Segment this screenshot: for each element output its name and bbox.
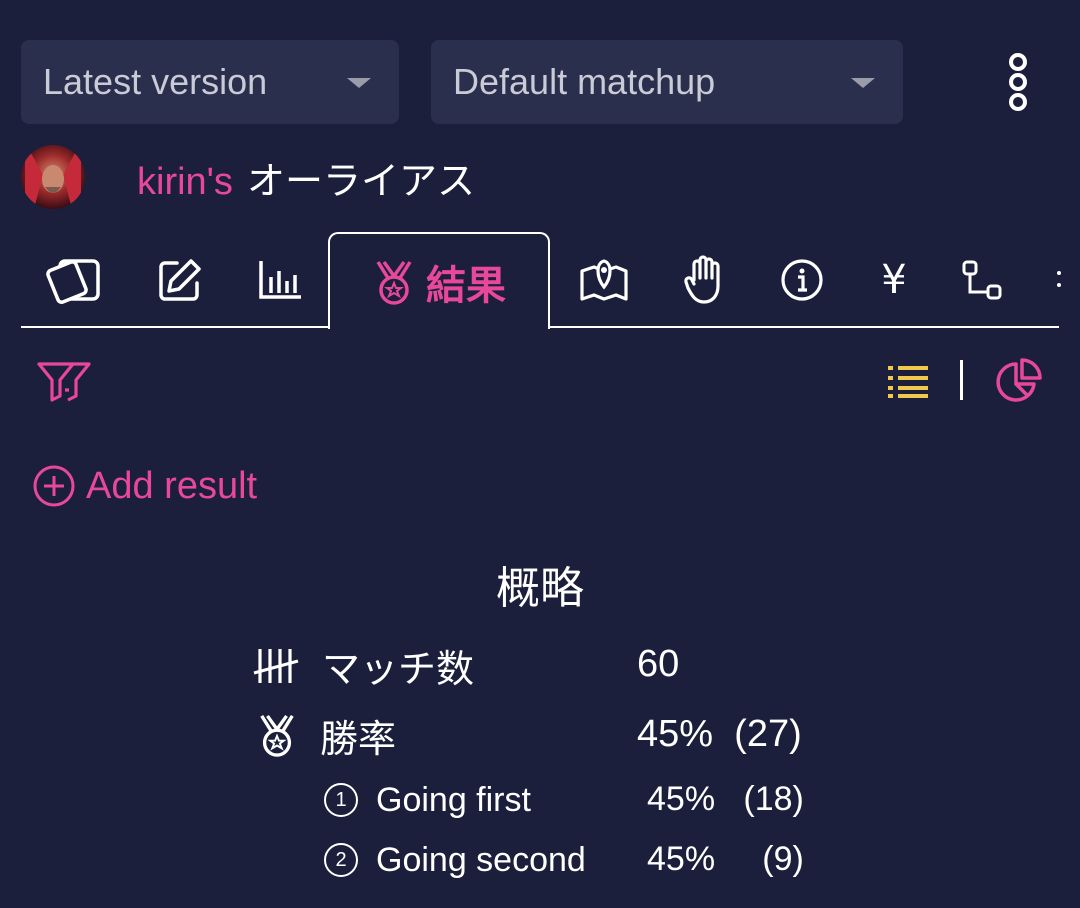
deck-name: オーライアス [246, 159, 475, 203]
winrate-row: 勝率 [256, 710, 397, 761]
list-view-button[interactable] [886, 362, 930, 404]
tab-flow[interactable] [958, 232, 1006, 328]
tab-yen[interactable]: ¥ [872, 232, 916, 328]
going-first-label: Going first [376, 780, 531, 819]
tab-more-partial[interactable] [1052, 232, 1062, 328]
tab-results[interactable]: 結果 [328, 232, 550, 329]
list-icon [888, 366, 928, 398]
kebab-menu-icon[interactable] [996, 52, 1040, 116]
add-result-label: Add result [86, 464, 258, 507]
going-second-value: 45% (9) [647, 840, 804, 878]
filter-icon [37, 362, 91, 402]
circled-two: 2 [324, 843, 358, 877]
going-second-row: 2 Going second [324, 838, 586, 882]
info-icon [781, 259, 823, 301]
circled-one: 1 [324, 783, 358, 817]
tab-info[interactable] [778, 232, 826, 328]
matches-label: マッチ数 [322, 646, 475, 691]
tally-icon [253, 649, 299, 683]
bar-chart-icon [259, 261, 301, 299]
flow-icon [962, 260, 1002, 300]
matches-row: マッチ数 [252, 640, 475, 691]
going-second-label: Going second [376, 840, 586, 879]
chevron-down-icon [851, 78, 875, 88]
tab-hand[interactable] [680, 232, 728, 328]
going-first-row: 1 Going first [324, 778, 531, 822]
tab-stats[interactable] [250, 232, 310, 328]
tab-map[interactable] [576, 232, 632, 328]
version-select[interactable]: Latest version [21, 40, 399, 124]
winrate-label: 勝率 [320, 716, 397, 761]
winrate-value: 45% (27) [637, 713, 802, 755]
chart-view-button[interactable] [994, 358, 1042, 410]
pie-chart-icon [996, 358, 1042, 402]
view-divider [960, 360, 963, 400]
medal-icon [376, 260, 412, 305]
going-first-value: 45% (18) [647, 780, 804, 818]
hand-icon [684, 255, 720, 304]
tab-edit[interactable] [150, 232, 210, 328]
filter-button[interactable] [36, 360, 92, 406]
map-icon [580, 259, 628, 301]
tab-results-label: 結果 [426, 262, 506, 309]
tab-cards[interactable] [44, 232, 108, 328]
cards-icon [46, 259, 100, 304]
version-select-value: Latest version [43, 61, 268, 102]
medal-icon [260, 714, 294, 757]
summary-title: 概略 [496, 563, 584, 614]
yen-icon: ¥ [881, 257, 907, 303]
matchup-select-value: Default matchup [453, 61, 716, 102]
deck-title: kirin's オーライアス [137, 150, 475, 205]
partial-icon [1057, 271, 1061, 287]
add-circle-icon [33, 465, 75, 507]
avatar [21, 145, 85, 209]
matchup-select[interactable]: Default matchup [431, 40, 903, 124]
add-result-button[interactable]: Add result [32, 464, 257, 508]
deck-owner: kirin's [137, 161, 233, 203]
matches-value: 60 [637, 643, 680, 685]
edit-icon [159, 259, 201, 301]
chevron-down-icon [347, 78, 371, 88]
